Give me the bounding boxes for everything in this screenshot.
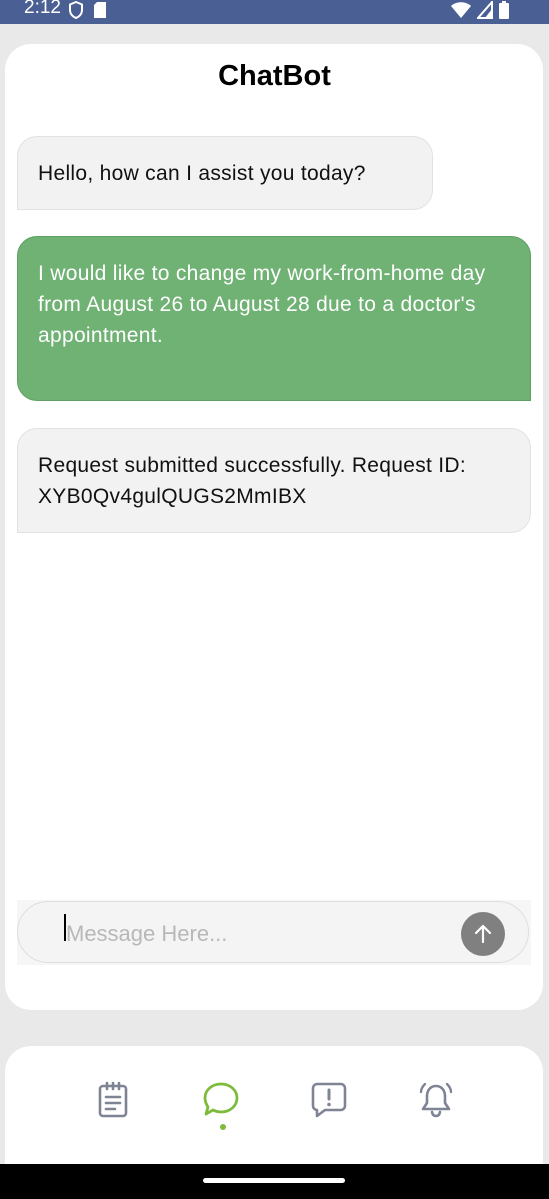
bot-message: Hello, how can I assist you today? xyxy=(17,136,433,210)
home-indicator[interactable] xyxy=(203,1178,345,1183)
text-caret xyxy=(64,914,66,941)
message-input-container xyxy=(17,901,529,963)
status-time: 2:12 xyxy=(24,0,61,18)
nav-notifications[interactable] xyxy=(416,1080,456,1120)
bot-message: Request submitted successfully. Request … xyxy=(17,428,531,533)
battery-icon xyxy=(499,1,509,19)
wifi-icon xyxy=(451,2,471,18)
bell-icon xyxy=(419,1082,453,1118)
shield-icon xyxy=(69,1,83,19)
nav-alerts[interactable] xyxy=(309,1080,349,1120)
user-message: I would like to change my work-from-home… xyxy=(17,236,531,401)
nav-chat[interactable] xyxy=(201,1080,241,1120)
arrow-up-icon xyxy=(474,924,492,944)
signal-icon xyxy=(477,1,493,19)
message-input[interactable] xyxy=(64,914,448,954)
sd-card-icon xyxy=(94,2,106,18)
bottom-navigation xyxy=(5,1046,543,1164)
send-button[interactable] xyxy=(461,912,505,956)
chat-bubble-icon xyxy=(203,1082,239,1116)
composer xyxy=(17,900,531,965)
alert-message-icon xyxy=(311,1082,347,1118)
nav-clipboard[interactable] xyxy=(93,1080,133,1120)
clipboard-icon xyxy=(98,1081,128,1118)
system-navigation-bar xyxy=(0,1164,549,1199)
active-indicator xyxy=(220,1124,226,1130)
status-bar: 2:12 xyxy=(0,0,549,24)
page-title: ChatBot xyxy=(218,60,331,92)
